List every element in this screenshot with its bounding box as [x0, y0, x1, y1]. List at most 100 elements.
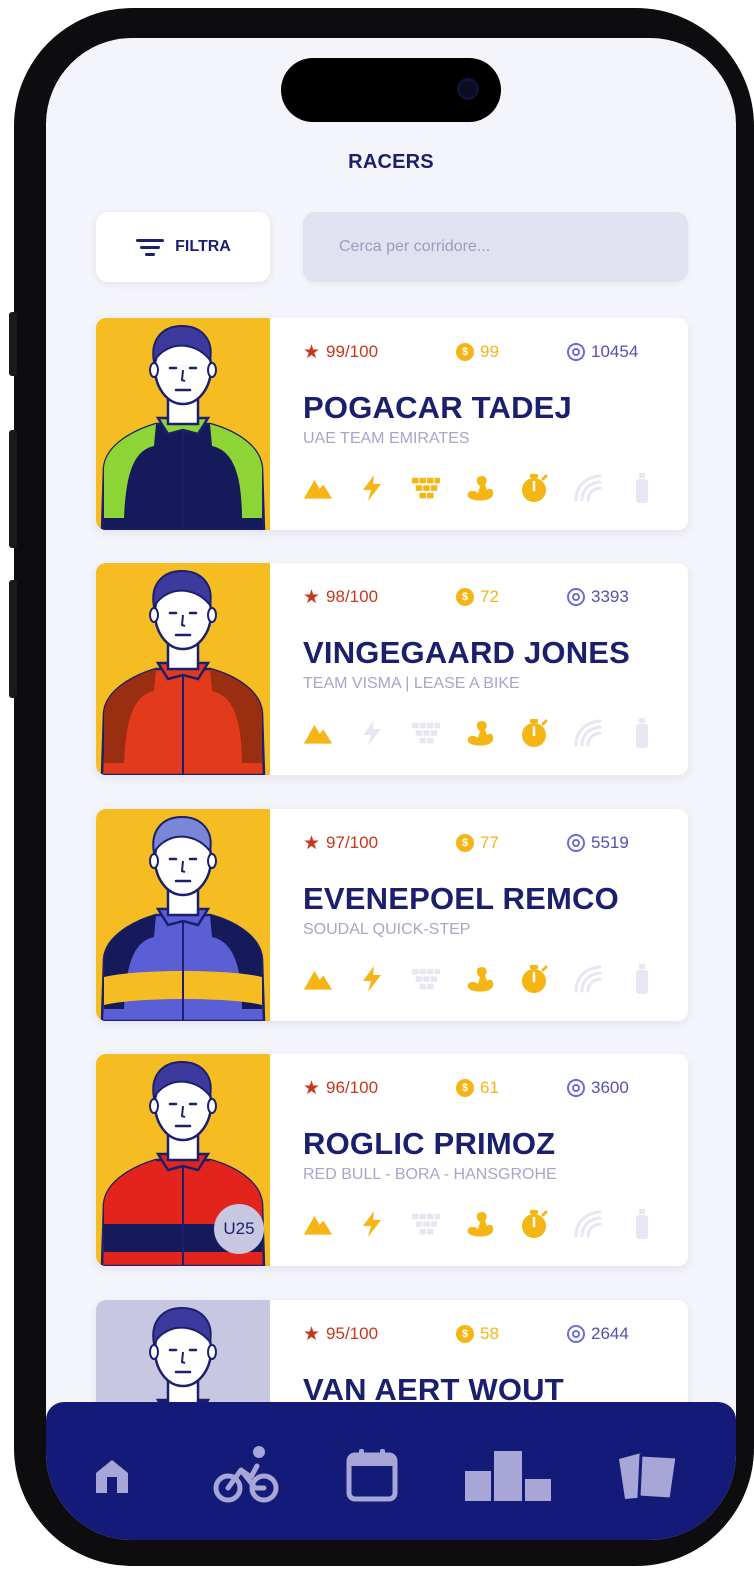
lightning-icon: [357, 715, 387, 751]
points-value: 2644: [591, 1324, 629, 1343]
coin-icon: $: [456, 834, 474, 852]
price-value: 58: [480, 1324, 499, 1343]
coin-icon: $: [456, 343, 474, 361]
wind-icon: [573, 1206, 603, 1242]
wind-icon: [573, 961, 603, 997]
rating-value: 98/100: [326, 587, 379, 606]
rating: ★ 95/100: [303, 1324, 378, 1344]
racer-card[interactable]: ★ 99/100 $99 10454 POGACAR TADEJ UAE TEAM…: [96, 318, 688, 530]
star-icon: ★: [303, 832, 321, 854]
filter-button[interactable]: FILTRA: [96, 212, 270, 282]
filter-label: FILTRA: [175, 238, 231, 255]
target-icon: [567, 1079, 585, 1097]
racer-name: VINGEGAARD JONES: [303, 635, 631, 670]
points: 2644: [567, 1324, 629, 1344]
racer-portrait-illustration: [96, 809, 270, 1021]
nav-cards-icon[interactable]: [612, 1440, 684, 1510]
u25-badge: U25: [214, 1204, 264, 1254]
stopwatch-icon: [519, 470, 549, 506]
points-value: 3600: [591, 1078, 629, 1097]
racer-info: ★ 96/100 $61 3600 ROGLIC PRIMOZ RED BULL …: [270, 1054, 688, 1266]
star-icon: ★: [303, 1323, 321, 1345]
wind-icon: [573, 715, 603, 751]
cobbles-icon: [411, 470, 441, 506]
mountain-icon: [303, 470, 333, 506]
muscle-icon: [465, 715, 495, 751]
racer-portrait: [96, 563, 270, 775]
racer-card[interactable]: ★ 98/100 $72 3393 VINGEGAARD JONES TEAM V…: [96, 563, 688, 775]
star-icon: ★: [303, 1077, 321, 1099]
filter-icon: [135, 236, 165, 258]
points-value: 3393: [591, 587, 629, 606]
target-icon: [567, 343, 585, 361]
lightning-icon: [357, 961, 387, 997]
racer-portrait-illustration: [96, 563, 270, 775]
bottle-icon: [627, 470, 657, 506]
target-icon: [567, 834, 585, 852]
price: $99: [456, 342, 499, 362]
coin-icon: $: [456, 1079, 474, 1097]
lightning-icon: [357, 1206, 387, 1242]
price-value: 99: [480, 342, 499, 361]
racer-portrait: [96, 809, 270, 1021]
points: 5519: [567, 833, 629, 853]
racer-info: ★ 99/100 $99 10454 POGACAR TADEJ UAE TEAM…: [270, 318, 688, 530]
bottom-nav: [46, 1402, 736, 1540]
price: $72: [456, 587, 499, 607]
lightning-icon: [357, 470, 387, 506]
rating: ★ 98/100: [303, 587, 378, 607]
action-button: [9, 312, 17, 376]
page-title: RACERS: [348, 151, 434, 173]
nav-ranking-icon[interactable]: [460, 1440, 556, 1510]
racer-team: SOUDAL QUICK-STEP: [303, 921, 471, 938]
rating-value: 99/100: [326, 342, 379, 361]
nav-home-icon[interactable]: [76, 1440, 148, 1510]
racer-portrait: [96, 318, 270, 530]
rating-value: 97/100: [326, 833, 379, 852]
price: $77: [456, 833, 499, 853]
search-box[interactable]: [303, 212, 688, 282]
points: 3600: [567, 1078, 629, 1098]
racer-team: TEAM VISMA | LEASE A BIKE: [303, 675, 520, 692]
racer-team: UAE TEAM EMIRATES: [303, 430, 470, 447]
rating-value: 95/100: [326, 1324, 379, 1343]
skill-icons: [303, 1204, 681, 1244]
cobbles-icon: [411, 1206, 441, 1242]
points-value: 10454: [591, 342, 639, 361]
muscle-icon: [465, 470, 495, 506]
star-icon: ★: [303, 586, 321, 608]
muscle-icon: [465, 1206, 495, 1242]
cobbles-icon: [411, 961, 441, 997]
racer-name: EVENEPOEL REMCO: [303, 881, 619, 916]
dynamic-island: [281, 58, 501, 122]
points: 3393: [567, 587, 629, 607]
nav-cyclist-icon[interactable]: [210, 1440, 282, 1510]
rating: ★ 99/100: [303, 342, 378, 362]
price: $61: [456, 1078, 499, 1098]
star-icon: ★: [303, 341, 321, 363]
search-input[interactable]: [303, 212, 688, 282]
volume-down-button: [9, 580, 17, 698]
mountain-icon: [303, 1206, 333, 1242]
racer-card[interactable]: U25 ★ 96/100 $61 3600 ROGLIC PRIMOZ RED B…: [96, 1054, 688, 1266]
skill-icons: [303, 713, 681, 753]
bottle-icon: [627, 961, 657, 997]
racer-card[interactable]: ★ 97/100 $77 5519 EVENEPOEL REMCO SOUDAL …: [96, 809, 688, 1021]
price-value: 72: [480, 587, 499, 606]
price-value: 61: [480, 1078, 499, 1097]
stopwatch-icon: [519, 1206, 549, 1242]
skill-icons: [303, 468, 681, 508]
screen: RACERS FILTRA ★ 99/100 $99 10454: [46, 38, 736, 1540]
mountain-icon: [303, 715, 333, 751]
points: 10454: [567, 342, 638, 362]
racer-info: ★ 98/100 $72 3393 VINGEGAARD JONES TEAM V…: [270, 563, 688, 775]
racer-portrait-illustration: [96, 318, 270, 530]
skill-icons: [303, 959, 681, 999]
price-value: 77: [480, 833, 499, 852]
stopwatch-icon: [519, 715, 549, 751]
nav-calendar-icon[interactable]: [336, 1440, 408, 1510]
target-icon: [567, 588, 585, 606]
coin-icon: $: [456, 588, 474, 606]
camera-icon: [457, 78, 479, 100]
cobbles-icon: [411, 715, 441, 751]
